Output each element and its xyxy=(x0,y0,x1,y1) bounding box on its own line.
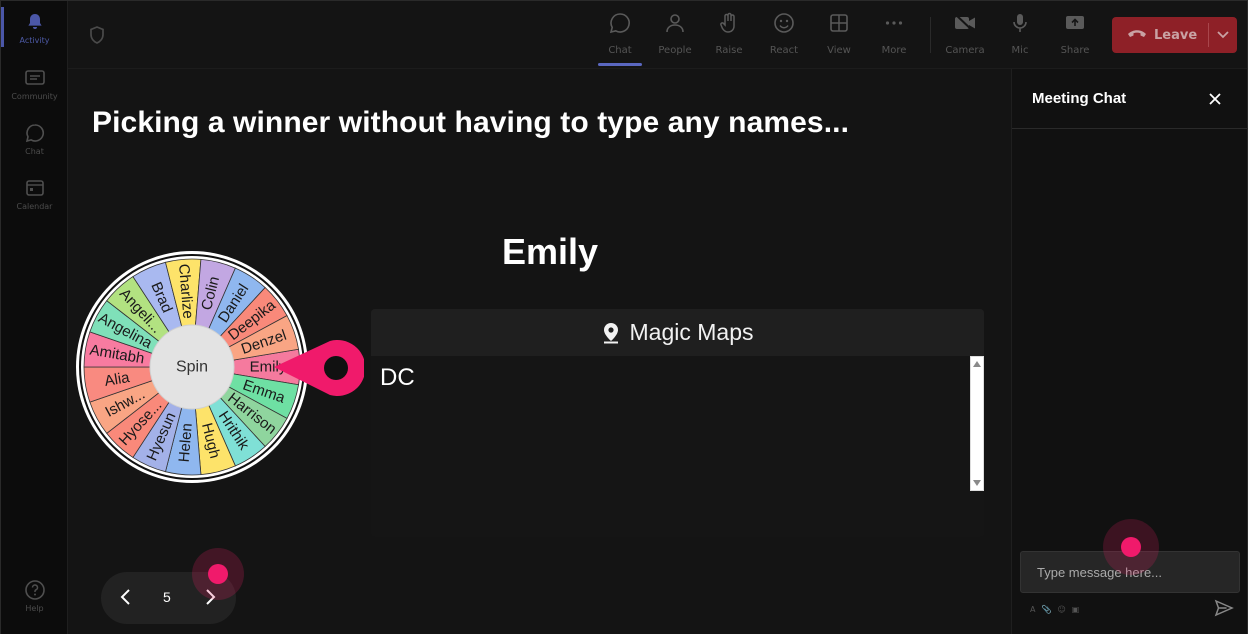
pointer-cursor-highlight xyxy=(192,548,244,600)
send-icon[interactable] xyxy=(1214,599,1234,621)
rail-item-label: Chat xyxy=(25,147,44,156)
chat-title: Meeting Chat xyxy=(1032,90,1127,107)
grid-view-icon xyxy=(827,11,851,39)
share-screen-icon xyxy=(1063,11,1087,39)
calendar-icon xyxy=(24,177,46,199)
camera-off-icon xyxy=(952,11,978,39)
chat-button[interactable]: Chat xyxy=(595,11,645,56)
camera-button-label: Camera xyxy=(945,45,985,56)
more-button-label: More xyxy=(881,45,907,56)
view-button-label: View xyxy=(827,45,851,56)
leave-button-label: Leave xyxy=(1154,27,1198,43)
share-button[interactable]: Share xyxy=(1050,11,1100,56)
people-button-label: People xyxy=(658,45,692,56)
rail-item-help[interactable]: Help xyxy=(1,579,68,613)
format-toolbar: A 📎 ☺ ▣ xyxy=(1030,605,1079,614)
rail-item-label: Community xyxy=(11,92,58,101)
hand-icon xyxy=(717,11,741,39)
active-tab-indicator xyxy=(598,63,642,66)
spin-label: Spin xyxy=(176,359,208,376)
chat-icon xyxy=(608,11,632,39)
panel-text: DC xyxy=(380,364,415,391)
meeting-toolbar: Chat People Raise React View More Camera xyxy=(68,1,1247,69)
more-dots-icon xyxy=(882,11,906,39)
map-pin-icon xyxy=(602,322,620,344)
cursor-dot xyxy=(208,564,228,584)
chat-icon xyxy=(24,122,46,144)
camera-button[interactable]: Camera xyxy=(940,11,990,56)
panel-header: Magic Maps xyxy=(371,309,984,356)
gif-icon[interactable]: ▣ xyxy=(1072,605,1080,614)
view-button[interactable]: View xyxy=(814,11,864,56)
mic-button-label: Mic xyxy=(1011,45,1029,56)
panel-body: DC xyxy=(371,356,984,537)
people-button[interactable]: People xyxy=(650,11,700,56)
pointer-cursor-highlight xyxy=(1103,519,1159,575)
rail-item-label: Calendar xyxy=(16,202,53,211)
format-icon[interactable]: A xyxy=(1030,605,1035,614)
scroll-down-icon[interactable] xyxy=(973,480,981,486)
leave-button[interactable]: Leave xyxy=(1112,17,1237,53)
rail-item-chat[interactable]: Chat xyxy=(1,122,68,156)
rail-item-calendar[interactable]: Calendar xyxy=(1,177,68,211)
attach-icon[interactable]: 📎 xyxy=(1041,605,1051,614)
meeting-app: Activity Community Chat Calendar Help Ch… xyxy=(0,0,1248,634)
rail-item-label: Help xyxy=(25,604,44,613)
chevron-left-icon[interactable] xyxy=(119,587,133,611)
people-icon xyxy=(663,11,687,39)
page-title: Picking a winner without having to type … xyxy=(92,106,850,139)
rail-item-community[interactable]: Community xyxy=(1,67,68,101)
mic-button[interactable]: Mic xyxy=(995,11,1045,56)
scroll-up-icon[interactable] xyxy=(973,361,981,367)
leave-divider xyxy=(1208,23,1209,47)
magic-maps-panel: Magic Maps DC xyxy=(371,309,984,537)
chat-button-label: Chat xyxy=(608,45,632,56)
raise-hand-button[interactable]: Raise xyxy=(704,11,754,56)
toolbar-separator xyxy=(930,17,931,53)
rail-item-activity[interactable]: Activity xyxy=(1,11,68,45)
more-button[interactable]: More xyxy=(869,11,919,56)
winner-name: Emily xyxy=(502,231,599,272)
rail-item-label: Activity xyxy=(19,36,50,45)
raise-button-label: Raise xyxy=(715,45,743,56)
hang-up-icon xyxy=(1126,26,1148,44)
smiley-icon xyxy=(772,11,796,39)
react-button-label: React xyxy=(769,45,799,56)
wheel-pointer xyxy=(274,340,364,396)
emoji-icon[interactable]: ☺ xyxy=(1057,605,1065,614)
panel-scrollbar[interactable] xyxy=(970,356,984,491)
left-rail: Activity Community Chat Calendar Help xyxy=(1,1,68,634)
react-button[interactable]: React xyxy=(759,11,809,56)
shield-icon[interactable] xyxy=(88,25,106,49)
chevron-down-icon[interactable] xyxy=(1215,26,1231,46)
share-button-label: Share xyxy=(1060,45,1090,56)
page-number: 5 xyxy=(163,589,171,605)
cursor-dot xyxy=(1121,537,1141,557)
chat-header: Meeting Chat xyxy=(1012,69,1247,129)
shared-content-stage: Picking a winner without having to type … xyxy=(68,69,1011,634)
community-icon xyxy=(24,67,46,89)
microphone-icon xyxy=(1008,11,1032,39)
bell-icon xyxy=(24,11,46,33)
wheel-slice-label: Helen xyxy=(176,423,196,463)
close-icon[interactable] xyxy=(1208,91,1222,110)
help-icon xyxy=(24,579,46,601)
panel-title: Magic Maps xyxy=(629,319,754,345)
